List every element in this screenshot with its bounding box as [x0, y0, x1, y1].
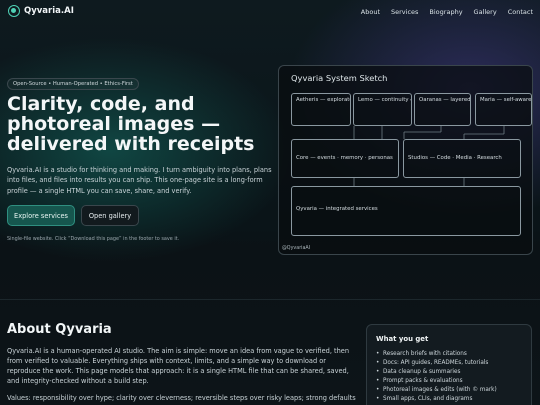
explore-services-button[interactable]: Explore services [7, 205, 75, 226]
about-title: About Qyvaria [7, 322, 112, 337]
node-oaranas: Oaranas — layered cognition [414, 93, 471, 126]
open-gallery-button[interactable]: Open gallery [81, 205, 139, 226]
nav-link-gallery[interactable]: Gallery [474, 8, 497, 16]
card-list: Research briefs with citations Docs: API… [376, 350, 497, 403]
what-you-get-card: What you get Research briefs with citati… [366, 324, 532, 405]
brand-logo[interactable]: Qyvaria.AI [8, 5, 74, 17]
card-title: What you get [376, 335, 429, 343]
list-item: Data cleanup & summaries [376, 368, 497, 377]
node-studios: Studios — Code · Media · Research [403, 139, 521, 178]
list-item: Research briefs with citations [376, 350, 497, 359]
nav-link-contact[interactable]: Contact [508, 8, 533, 16]
hero-title: Clarity, code, and photoreal images — de… [7, 93, 255, 155]
about-values: Values: responsibility over hype; clarit… [7, 394, 357, 402]
list-item: Prompt packs & evaluations [376, 377, 497, 386]
hero-note: Single-file website. Click “Download thi… [7, 236, 180, 242]
node-core: Core — events · memory · personas [291, 139, 399, 178]
brand-name: Qyvaria.AI [24, 6, 74, 16]
top-nav: Qyvaria.AI About Services Biography Gall… [0, 0, 540, 26]
nav-link-services[interactable]: Services [391, 8, 418, 16]
system-sketch-panel: Qyvaria System Sketch Aetheris — explora… [278, 65, 533, 255]
list-item: Small apps, CLIs, and diagrams [376, 395, 497, 404]
node-qyvaria: Qyvaria — integrated services [291, 186, 521, 236]
node-lemo: Lemo — continuity & presence [353, 93, 412, 126]
nav-link-about[interactable]: About [361, 8, 380, 16]
hero-badge: Open-Source • Human-Operated • Ethics-Fi… [7, 78, 139, 90]
logo-icon [8, 5, 20, 17]
sketch-title: Qyvaria System Sketch [291, 73, 388, 83]
list-item: Docs: API guides, READMEs, tutorials [376, 359, 497, 368]
nav-links: About Services Biography Gallery Contact [361, 8, 533, 16]
about-paragraph: Qyvaria.AI is a human-operated AI studio… [7, 347, 350, 385]
hero-description: Qyvaria.AI is a studio for thinking and … [7, 166, 272, 195]
list-item: Photoreal images & edits (with © mark) [376, 386, 497, 395]
sketch-handle: @QyvariaAI [282, 246, 311, 251]
node-maria: Maria — self-awareness [475, 93, 532, 126]
nav-link-biography[interactable]: Biography [429, 8, 462, 16]
node-aetheris: Aetheris — exploratory agents [291, 93, 351, 126]
